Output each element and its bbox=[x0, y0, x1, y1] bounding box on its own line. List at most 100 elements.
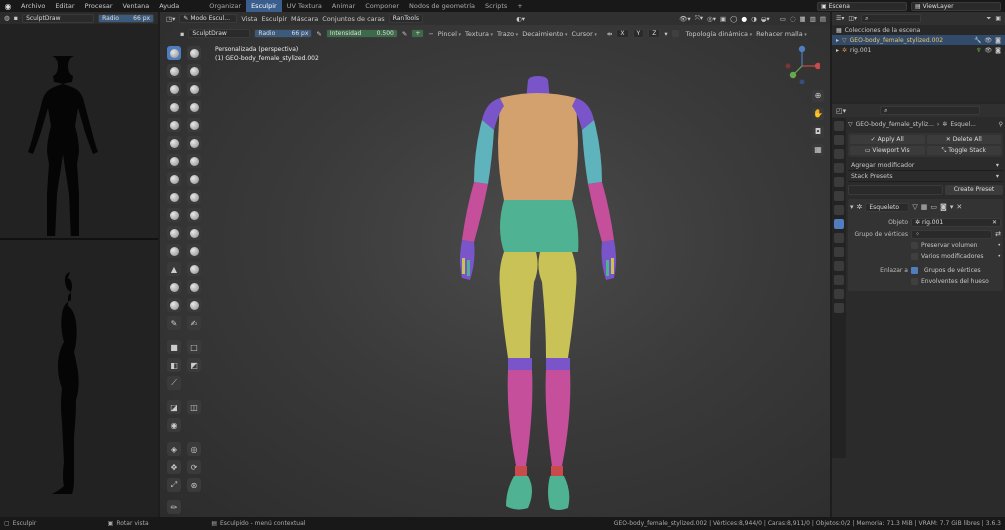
toggle-stack-button[interactable]: ⤡ Toggle Stack bbox=[926, 146, 1001, 155]
sculpt-mesh-figure[interactable] bbox=[160, 12, 830, 517]
pan-hand-icon[interactable]: ✋ bbox=[812, 108, 824, 120]
create-preset-button[interactable]: Create Preset bbox=[945, 185, 1003, 195]
outliner-editor-icon[interactable]: ☰▾ bbox=[836, 15, 844, 22]
multi-modifier-checkbox[interactable] bbox=[911, 253, 918, 260]
object-field[interactable]: ✲ rig.001 ✕ bbox=[911, 217, 1001, 227]
smooth-tool[interactable] bbox=[187, 118, 201, 132]
tab-organizar[interactable]: Organizar bbox=[204, 0, 246, 12]
grid-toggle-icon[interactable]: ▦ bbox=[812, 144, 824, 156]
tab-object-icon[interactable] bbox=[834, 205, 844, 215]
box-mask-tool[interactable]: ■ bbox=[167, 340, 181, 354]
3d-viewport[interactable]: ◳▾ ✎ Modo Escul... Vista Esculpir Máscar… bbox=[160, 12, 830, 517]
simplify-tool[interactable] bbox=[187, 262, 201, 276]
tab-view-layer-icon[interactable] bbox=[834, 163, 844, 173]
tab-componer[interactable]: Componer bbox=[360, 0, 404, 12]
viewlayer-selector[interactable]: ▤ ViewLayer bbox=[911, 1, 1001, 11]
annotate-tool[interactable]: ✏ bbox=[167, 500, 181, 514]
nudge-tool[interactable] bbox=[167, 226, 181, 240]
brush-name-field[interactable]: SculptDraw bbox=[22, 13, 95, 23]
grab-tool[interactable] bbox=[187, 172, 201, 186]
bone-envelopes-checkbox[interactable] bbox=[911, 278, 918, 285]
cage-toggle-icon[interactable]: ▦ bbox=[921, 203, 928, 211]
tab-scripts[interactable]: Scripts bbox=[480, 0, 512, 12]
elastic-deform-tool[interactable] bbox=[167, 190, 181, 204]
properties-editor-icon[interactable]: ◰▾ bbox=[836, 107, 846, 115]
multires-smear-tool[interactable] bbox=[187, 298, 201, 312]
properties-search-input[interactable]: ⌕ bbox=[880, 106, 981, 115]
menu-ventana[interactable]: Ventana bbox=[118, 0, 155, 12]
menu-editar[interactable]: Editar bbox=[50, 0, 79, 12]
stack-presets-panel[interactable]: Stack Presets ▾ bbox=[848, 171, 1003, 182]
tab-data-icon[interactable] bbox=[834, 275, 844, 285]
modifier-menu-icon[interactable]: ▾ bbox=[950, 203, 954, 211]
vertex-groups-checkbox[interactable] bbox=[911, 267, 918, 274]
blob-tool[interactable] bbox=[187, 100, 201, 114]
clay-thumb-tool[interactable] bbox=[167, 82, 181, 96]
panel-divider[interactable] bbox=[0, 238, 158, 240]
blender-logo-icon[interactable]: ◉ bbox=[0, 0, 16, 12]
vertex-group-field[interactable]: ⁘ bbox=[911, 229, 993, 239]
outliner-search-input[interactable]: ⌕ bbox=[861, 14, 922, 23]
invert-icon[interactable]: ⇄ bbox=[995, 230, 1001, 238]
box-face-set-tool[interactable]: ◧ bbox=[167, 358, 181, 372]
pose-tool[interactable] bbox=[187, 208, 201, 222]
snake-hook-tool[interactable] bbox=[187, 190, 201, 204]
clay-tool[interactable] bbox=[167, 64, 181, 78]
clay-strips-tool[interactable] bbox=[187, 64, 201, 78]
pinch-tool[interactable] bbox=[167, 172, 181, 186]
filter-icon[interactable]: ⏷ bbox=[987, 15, 992, 23]
move-tool[interactable]: ✥ bbox=[167, 460, 181, 474]
menu-ayuda[interactable]: Ayuda bbox=[154, 0, 184, 12]
anim-dot-icon[interactable]: • bbox=[997, 242, 1001, 249]
edit-mode-toggle-icon[interactable]: ▽ bbox=[912, 203, 917, 211]
axis-y-icon[interactable] bbox=[789, 71, 797, 79]
menu-archivo[interactable]: Archivo bbox=[16, 0, 50, 12]
box-trim-tool[interactable]: ◩ bbox=[187, 358, 201, 372]
box-hide-tool[interactable]: □ bbox=[187, 340, 201, 354]
apply-all-button[interactable]: ✓ Apply All bbox=[850, 135, 925, 144]
rotate-transform-tool[interactable]: ⟳ bbox=[187, 460, 201, 474]
scale-tool[interactable]: ⤢ bbox=[167, 478, 181, 492]
add-workspace-button[interactable]: + bbox=[512, 0, 527, 12]
slide-relax-tool[interactable] bbox=[167, 244, 181, 258]
tab-render-icon[interactable] bbox=[834, 135, 844, 145]
draw-brush-tool[interactable] bbox=[167, 46, 181, 60]
tab-output-icon[interactable] bbox=[834, 149, 844, 159]
tab-esculpir[interactable]: Esculpir bbox=[246, 0, 282, 12]
radius-field[interactable]: Radio 66 px bbox=[98, 13, 155, 23]
remove-modifier-icon[interactable]: ✕ bbox=[956, 203, 962, 211]
zoom-icon[interactable]: ⊕ bbox=[812, 90, 824, 102]
camera-view-icon[interactable]: ◘ bbox=[812, 126, 824, 138]
rotate-tool[interactable] bbox=[187, 226, 201, 240]
pin-icon[interactable]: ⚲ bbox=[999, 121, 1003, 128]
modifier-name-field[interactable]: Esqueleto bbox=[865, 202, 910, 212]
new-collection-icon[interactable]: ▣ bbox=[995, 15, 1001, 22]
mask-by-color-tool[interactable]: ◎ bbox=[187, 442, 201, 456]
collapse-arrow-icon[interactable]: ▾ bbox=[850, 203, 854, 211]
tab-material-icon[interactable] bbox=[834, 289, 844, 299]
render-camera-icon[interactable]: ◙ bbox=[995, 47, 1001, 54]
tab-particles-icon[interactable] bbox=[834, 233, 844, 243]
menu-procesar[interactable]: Procesar bbox=[80, 0, 118, 12]
expand-arrow-icon[interactable]: ▸ bbox=[836, 37, 839, 44]
outliner-item-geo-body[interactable]: ▸ ▽ GEO-body_female_stylized.002 🔧 👁 ◙ bbox=[832, 35, 1005, 45]
tab-nodos-geometria[interactable]: Nodos de geometría bbox=[404, 0, 480, 12]
render-toggle-icon[interactable]: ◙ bbox=[940, 203, 947, 211]
tab-physics-icon[interactable] bbox=[834, 247, 844, 257]
outliner-filter-mode-icon[interactable]: ◫▾ bbox=[848, 15, 857, 22]
add-modifier-dropdown[interactable]: Agregar modificador ▾ bbox=[848, 160, 1003, 171]
tab-texture-icon[interactable] bbox=[834, 303, 844, 313]
bind-vertex-groups-row[interactable]: Enlazar a Grupos de vértices bbox=[850, 265, 1001, 276]
delete-all-button[interactable]: ✕ Delete All bbox=[926, 135, 1001, 144]
tab-uv-textura[interactable]: UV Textura bbox=[282, 0, 327, 12]
tab-scene-icon[interactable] bbox=[834, 177, 844, 187]
draw-face-sets-tool[interactable] bbox=[187, 280, 201, 294]
cloth-tool[interactable]: ▲ bbox=[167, 262, 181, 276]
draw-sharp-tool[interactable] bbox=[187, 46, 201, 60]
axis-z-icon[interactable] bbox=[798, 45, 806, 53]
fill-tool[interactable] bbox=[187, 136, 201, 150]
mask-tool[interactable] bbox=[167, 280, 181, 294]
expand-arrow-icon[interactable]: ▸ bbox=[836, 47, 839, 54]
viewport-vis-button[interactable]: ▭ Viewport Vis bbox=[850, 146, 925, 155]
crease-tool[interactable] bbox=[167, 118, 181, 132]
